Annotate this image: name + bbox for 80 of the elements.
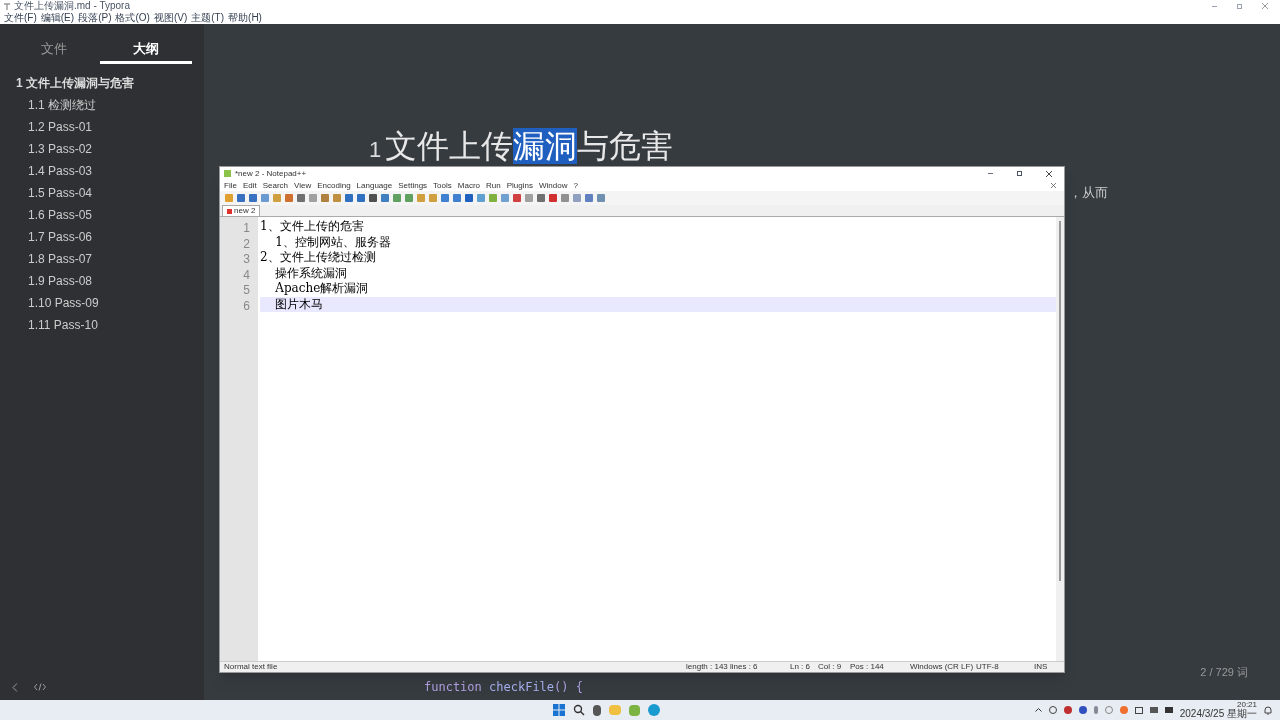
sidebar-tab[interactable]: 文件 xyxy=(8,36,100,64)
word-count: 2 / 729 词 xyxy=(1200,664,1248,680)
app-icon[interactable] xyxy=(592,704,601,716)
status-text: length : 143 xyxy=(686,663,729,671)
line-text: 2、文件上传绕过检测 xyxy=(260,250,377,266)
caret-icon[interactable] xyxy=(1034,708,1042,712)
line-number: 6 xyxy=(242,297,251,312)
menu-item[interactable]: Edit xyxy=(242,181,257,190)
status-text: lines : 6 xyxy=(730,663,759,671)
menu-item[interactable]: View xyxy=(294,181,312,190)
search-icon[interactable] xyxy=(572,704,585,716)
outline-item[interactable]: 1.10 Pass-09 xyxy=(0,292,204,314)
outline-item[interactable]: 1.9 Pass-08 xyxy=(0,270,204,292)
outline-item[interactable]: 1.2 Pass-01 xyxy=(0,116,204,138)
window-title: 文件上传漏洞.md - Typora xyxy=(14,1,130,11)
outline-item[interactable]: 1.6 Pass-05 xyxy=(0,204,204,226)
notepad-icon xyxy=(224,170,231,177)
menu-item[interactable]: 主题(T) xyxy=(191,13,225,23)
menu-item[interactable]: Language xyxy=(356,181,393,190)
menu-item[interactable]: 编辑(E) xyxy=(40,13,75,23)
menu-item[interactable]: Tools xyxy=(433,181,452,190)
display-icon[interactable] xyxy=(1134,706,1143,714)
document-tab[interactable]: new 2 xyxy=(222,205,261,216)
sidebar-tab[interactable]: 大纲 xyxy=(100,36,192,64)
clock-time[interactable]: 20:21 xyxy=(1237,701,1257,709)
windows-icon[interactable] xyxy=(552,704,565,716)
menu-item[interactable]: ? xyxy=(573,181,578,190)
maximize-icon[interactable] xyxy=(1017,171,1022,176)
status-text: Col : 9 xyxy=(818,663,843,671)
status-text: UTF-8 xyxy=(976,663,1000,671)
clock-date[interactable]: 2024/3/25 星期一 xyxy=(1179,709,1257,719)
menu-item[interactable]: 视图(V) xyxy=(153,13,188,23)
menu-item[interactable]: 帮助(H) xyxy=(228,13,262,23)
close-icon[interactable] xyxy=(1046,170,1052,177)
status-text: INS xyxy=(1034,663,1048,671)
code-icon[interactable] xyxy=(34,683,46,691)
paragraph-text: ，从而 xyxy=(1069,184,1108,202)
app-icon xyxy=(4,2,10,10)
menu-item[interactable]: Macro xyxy=(457,181,481,190)
outline-item[interactable]: 1.1 检测绕过 xyxy=(0,94,204,116)
menu-item[interactable]: 段落(P) xyxy=(78,13,112,23)
line-number: 2 xyxy=(242,235,251,250)
heading-number: 1 xyxy=(369,136,382,164)
outline-item[interactable]: 1.8 Pass-07 xyxy=(0,248,204,270)
menu-item[interactable]: Encoding xyxy=(317,181,351,190)
menu-item[interactable]: Run xyxy=(486,181,501,190)
line-text: Apache解析漏洞 xyxy=(274,281,370,297)
menu-item[interactable]: Window xyxy=(538,181,568,190)
outline-item[interactable]: 1.3 Pass-02 xyxy=(0,138,204,160)
window-title: *new 2 - Notepad++ xyxy=(235,169,307,178)
line-number: 3 xyxy=(242,251,251,266)
bell-icon[interactable] xyxy=(1264,705,1272,715)
status-text: Normal text file xyxy=(224,663,279,671)
line-text: 操作系统漏洞 xyxy=(274,265,349,281)
line-number: 4 xyxy=(242,266,251,281)
outline-item[interactable]: 1 文件上传漏洞与危害 xyxy=(0,72,204,94)
menu-item[interactable]: Search xyxy=(262,181,289,190)
status-text: Ln : 6 xyxy=(790,663,811,671)
browser-icon[interactable] xyxy=(647,704,660,716)
status-text: Pos : 144 xyxy=(850,663,885,671)
line-text: 1、控制网站、服务器 xyxy=(274,234,392,250)
menu-item[interactable]: File xyxy=(224,181,237,190)
notepad-icon[interactable] xyxy=(628,704,640,716)
close-icon[interactable] xyxy=(1051,183,1056,188)
line-text: 图片木马 xyxy=(260,296,1056,312)
outline-item[interactable]: 1.7 Pass-06 xyxy=(0,226,204,248)
minimize-icon[interactable] xyxy=(1212,5,1217,7)
menu-item[interactable]: Settings xyxy=(398,181,428,190)
outline-item[interactable]: 1.4 Pass-03 xyxy=(0,160,204,182)
chevron-left-icon[interactable] xyxy=(12,682,18,692)
outline-item[interactable]: 1.11 Pass-10 xyxy=(0,314,204,336)
line-number: 5 xyxy=(242,282,251,297)
outline-item[interactable]: 1.5 Pass-04 xyxy=(0,182,204,204)
line-number: 1 xyxy=(242,220,251,235)
line-text: 1、文件上传的危害 xyxy=(260,219,365,235)
menu-item[interactable]: Plugins xyxy=(506,181,533,190)
menu-item[interactable]: 文件(F) xyxy=(4,13,37,23)
code-line: function checkFile() { xyxy=(424,679,583,696)
status-text: Windows (CR LF) xyxy=(910,663,975,671)
menu-item[interactable]: 格式(O) xyxy=(115,13,150,23)
